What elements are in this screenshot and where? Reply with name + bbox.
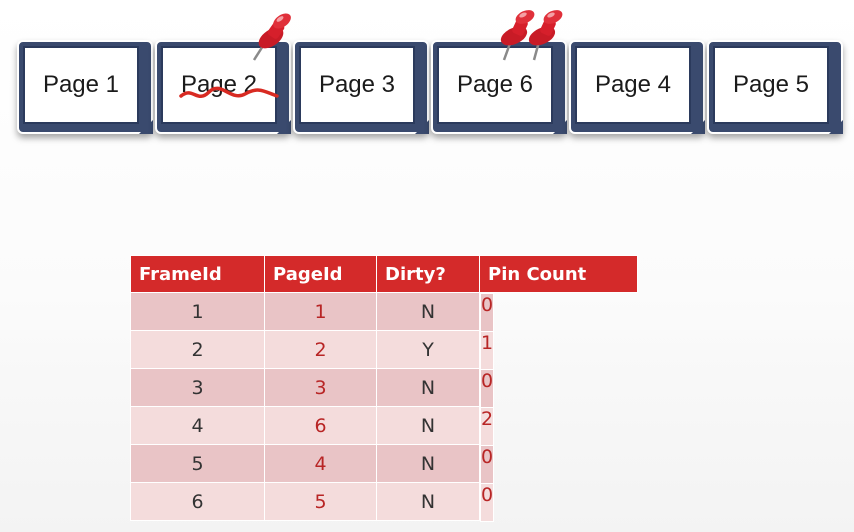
frame-label: Page 1 — [42, 71, 120, 98]
cell-pageid: 6 — [264, 406, 377, 445]
cell-pageid: 5 — [264, 482, 377, 521]
cell-pin-count: 1 — [480, 330, 495, 370]
frame-label: Page 4 — [594, 71, 672, 98]
header-dirty: Dirty? — [376, 255, 480, 293]
table-row: 6 5 N 0 — [130, 482, 638, 522]
page-table: FrameId PageId Dirty? Pin Count 1 1 N 0 … — [130, 255, 638, 522]
cell-frameid: 1 — [130, 292, 265, 331]
cell-pageid: 4 — [264, 444, 377, 483]
cell-dirty: N — [376, 292, 480, 331]
frame-label: Page 6 — [456, 71, 534, 98]
table-row: 5 4 N 0 — [130, 444, 638, 484]
cell-pin-count: 0 — [480, 293, 495, 332]
header-frameid: FrameId — [130, 255, 265, 293]
cell-frameid: 2 — [130, 330, 265, 369]
cell-pageid: 1 — [264, 292, 377, 331]
cell-dirty: Y — [376, 330, 480, 369]
header-pageid: PageId — [264, 255, 377, 293]
pushpin-icon — [528, 10, 563, 61]
cell-frameid: 4 — [130, 406, 265, 445]
frame-6: Page 5 — [707, 40, 843, 134]
cell-pin-count: 0 — [480, 444, 495, 484]
frame-5: Page 4 — [569, 40, 705, 134]
header-pin-count: Pin Count — [479, 255, 638, 293]
table-header-row: FrameId PageId Dirty? Pin Count — [130, 255, 638, 293]
cell-dirty: N — [376, 444, 480, 483]
cell-dirty: N — [376, 368, 480, 407]
frame-label: Page 3 — [318, 71, 396, 98]
cell-frameid: 6 — [130, 482, 265, 521]
pushpin-icon — [252, 13, 291, 61]
cell-pageid: 3 — [264, 368, 377, 407]
frame-label: Page 5 — [732, 71, 810, 98]
table-row: 4 6 N 2 — [130, 406, 638, 446]
strike-through-mark — [179, 86, 279, 99]
cell-pin-count: 0 — [480, 482, 495, 522]
cell-dirty: N — [376, 482, 480, 521]
cell-dirty: N — [376, 406, 480, 445]
table-row: 1 1 N 0 — [130, 292, 638, 332]
table-row: 3 3 N 0 — [130, 368, 638, 408]
cell-pin-count: 2 — [480, 406, 495, 446]
cell-frameid: 5 — [130, 444, 265, 483]
frame-3: Page 3 — [293, 40, 429, 134]
buffer-pool-frames: Page 1 Page 2 Page 3 Page 6 Page 4 Page … — [0, 0, 854, 160]
cell-pageid: 2 — [264, 330, 377, 369]
frame-1: Page 1 — [17, 40, 153, 134]
table-row: 2 2 Y 1 — [130, 330, 638, 370]
cell-pin-count: 0 — [480, 368, 495, 408]
cell-frameid: 3 — [130, 368, 265, 407]
